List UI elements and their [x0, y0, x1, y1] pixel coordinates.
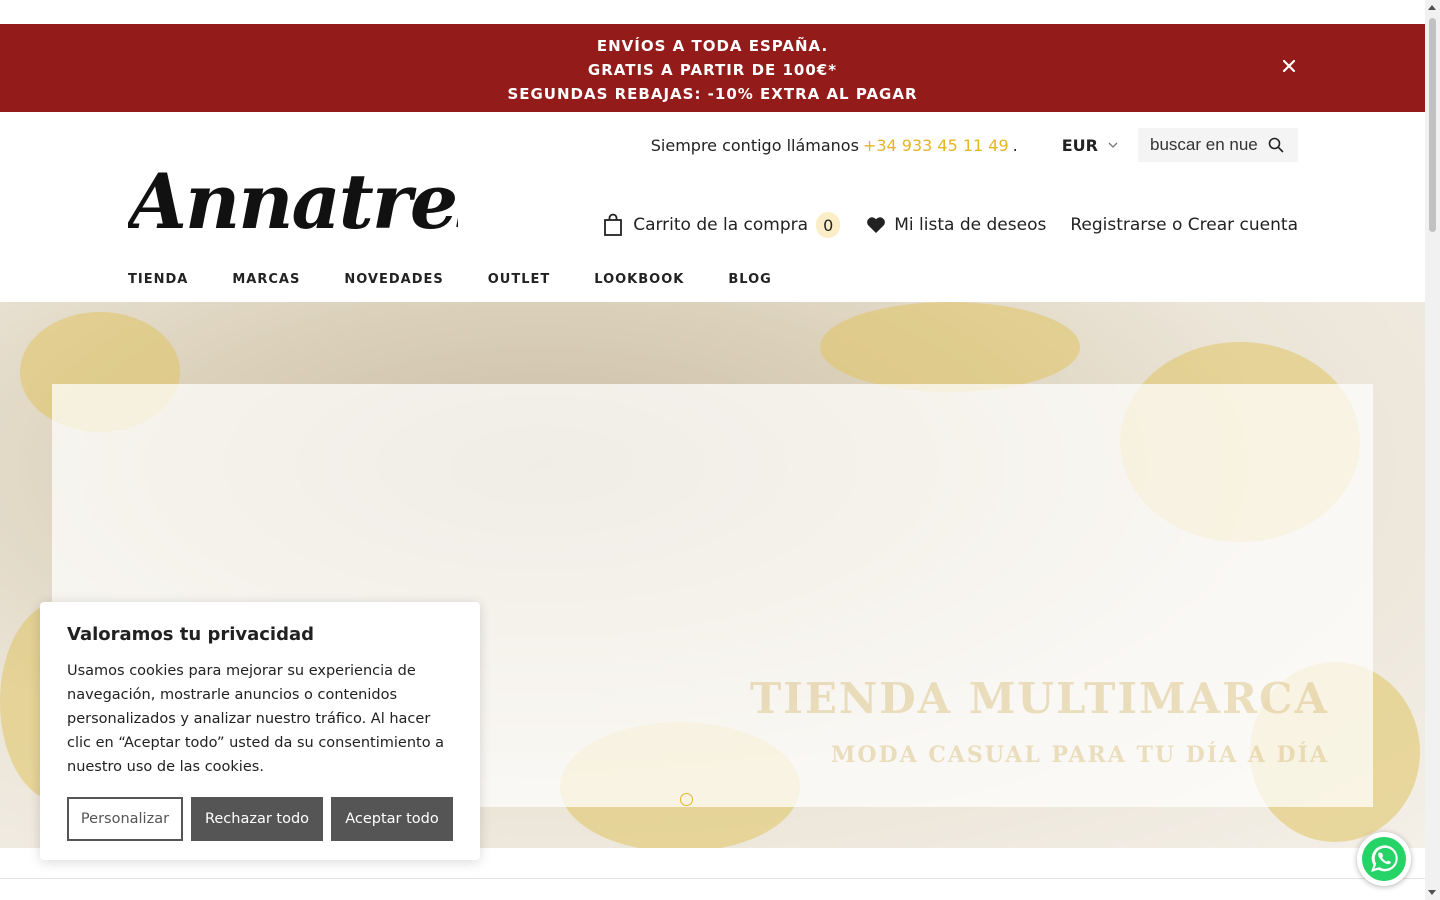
scroll-down-icon[interactable] — [1428, 890, 1436, 895]
customize-button[interactable]: Personalizar — [67, 797, 183, 841]
wishlist-label: Mi lista de deseos — [894, 215, 1047, 235]
reject-all-button[interactable]: Rechazar todo — [191, 797, 323, 841]
heart-icon — [867, 217, 886, 233]
phone-link[interactable]: +34 933 45 11 49 — [863, 136, 1009, 155]
nav-item-blog[interactable]: BLOG — [728, 272, 771, 287]
cart-count-badge: 0 — [816, 212, 841, 238]
cookie-text: Usamos cookies para mejorar su experienc… — [67, 663, 445, 775]
scrollbar-thumb[interactable] — [1429, 18, 1436, 232]
search-box — [1138, 128, 1298, 162]
page-scrollbar[interactable] — [1425, 0, 1440, 900]
whatsapp-icon — [1362, 837, 1406, 881]
announcement-line: GRATIS A PARTIR DE 100€* — [587, 61, 838, 79]
header-actions: Carrito de la compra 0 Mi lista de deseo… — [603, 212, 1298, 238]
announcement-line: SEGUNDAS REBAJAS: -10% EXTRA AL PAGAR — [507, 85, 918, 103]
nav-item-outlet[interactable]: OUTLET — [488, 272, 551, 287]
header-topline: Siempre contigo llámanos +34 933 45 11 4… — [651, 128, 1298, 162]
slider-dot[interactable] — [680, 793, 693, 806]
nav-item-lookbook[interactable]: LOOKBOOK — [594, 272, 684, 287]
accept-all-button[interactable]: Aceptar todo — [331, 797, 453, 841]
chevron-down-icon — [1108, 142, 1118, 148]
search-input[interactable] — [1150, 135, 1258, 155]
phone-suffix: . — [1012, 135, 1018, 155]
currency-select[interactable]: EUR — [1062, 136, 1118, 155]
scroll-up-icon[interactable] — [1428, 5, 1436, 10]
announcement-line: ENVÍOS A TODA ESPAÑA. — [596, 37, 829, 55]
wishlist-link[interactable]: Mi lista de deseos — [866, 215, 1046, 235]
nav-item-novedades[interactable]: NOVEDADES — [344, 272, 443, 287]
browser-top-strip — [0, 0, 1425, 24]
search-icon[interactable] — [1264, 133, 1288, 157]
hero-subtitle: MODA CASUAL PARA TU DÍA A DÍA — [831, 742, 1329, 768]
cookie-buttons: Personalizar Rechazar todo Aceptar todo — [67, 797, 453, 841]
nav-item-tienda[interactable]: TIENDA — [128, 272, 188, 287]
currency-value: EUR — [1061, 135, 1098, 155]
nav-item-marcas[interactable]: MARCAS — [232, 272, 300, 287]
cookie-consent-dialog: Valoramos tu privacidad Usamos cookies p… — [40, 602, 480, 860]
section-divider — [0, 878, 1425, 879]
whatsapp-button[interactable] — [1357, 832, 1411, 886]
cart-label: Carrito de la compra — [633, 215, 809, 235]
shopping-bag-icon — [604, 213, 623, 236]
cart-link[interactable]: Carrito de la compra 0 — [603, 212, 841, 238]
close-icon[interactable] — [1279, 56, 1299, 76]
announcement-bar: ENVÍOS A TODA ESPAÑA. GRATIS A PARTIR DE… — [0, 24, 1425, 112]
site-header: Annatres Siempre contigo llámanos +34 93… — [0, 112, 1425, 302]
main-nav: TIENDA MARCAS NOVEDADES OUTLET LOOKBOOK … — [128, 272, 816, 287]
brand-logo[interactable]: Annatres — [128, 158, 458, 244]
account-link[interactable]: Registrarse o Crear cuenta — [1070, 215, 1298, 235]
svg-text:Annatres: Annatres — [128, 158, 458, 244]
cookie-title: Valoramos tu privacidad — [67, 624, 315, 645]
call-text: Siempre contigo llámanos — [650, 135, 859, 155]
hero-title: TIENDA MULTIMARCA — [749, 674, 1329, 723]
